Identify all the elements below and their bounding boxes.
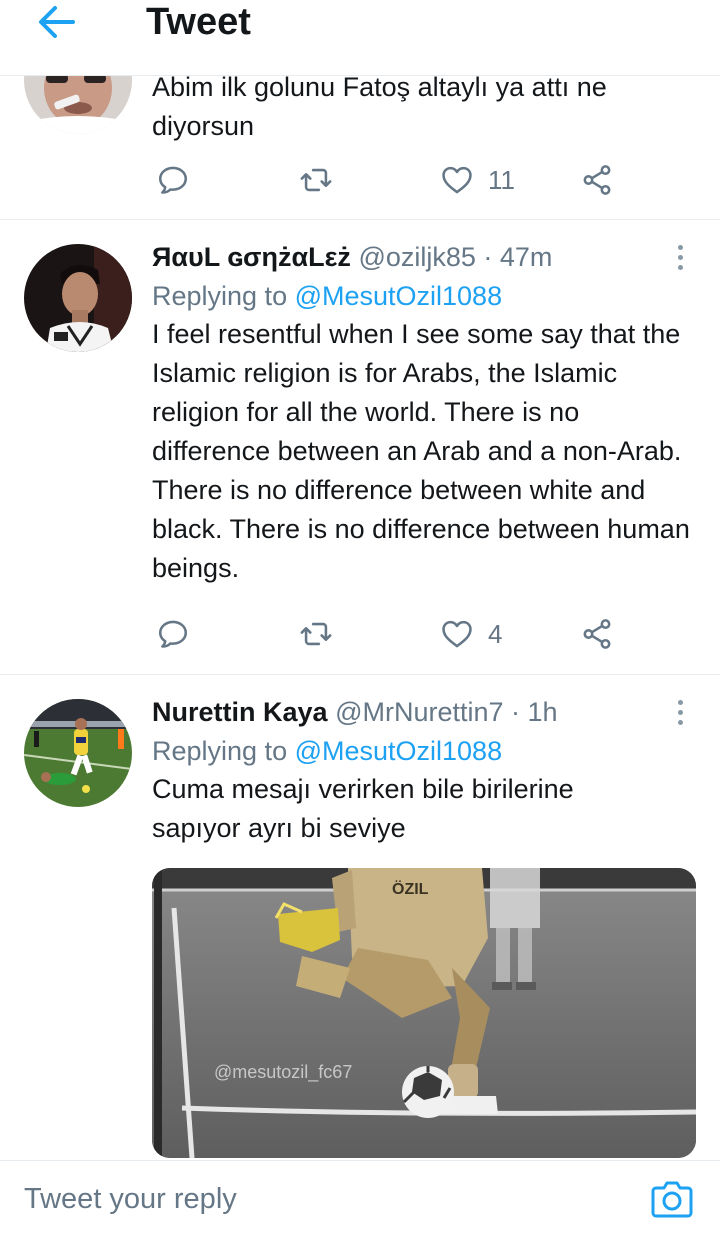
more-options-button[interactable] <box>670 695 690 729</box>
camera-button[interactable] <box>648 1177 696 1221</box>
arrow-left-icon <box>39 6 75 38</box>
page-title: Tweet <box>146 1 251 43</box>
tweet-actions: 4 <box>156 614 656 654</box>
more-options-button[interactable] <box>670 240 690 274</box>
tweet-text: Abim ilk golunu Fatoş altaylı ya attı ne… <box>152 72 607 141</box>
media-watermark: @mesutozil_fc67 <box>214 1062 352 1083</box>
like-button[interactable]: 4 <box>440 614 502 654</box>
tweet-media-image[interactable]: ÖZIL @mesutozil_fc67 <box>152 868 696 1158</box>
tweet-meta: ЯαυL ɢσηżαLεż @oziljk85 · 47m <box>152 240 696 274</box>
avatar[interactable] <box>24 244 132 352</box>
tweet-text: I feel resentful when I see some say tha… <box>152 319 690 583</box>
media-photo: ÖZIL @mesutozil_fc67 <box>152 868 696 1158</box>
reply-bubble-icon <box>158 620 188 648</box>
more-dot <box>677 264 683 270</box>
more-vertical-icon <box>677 699 683 705</box>
tweet-timestamp: · 47m <box>483 242 553 272</box>
reply-input[interactable] <box>24 1177 584 1221</box>
shirt-text: ÖZIL <box>392 879 429 898</box>
retweet-button[interactable] <box>298 160 334 200</box>
mention-link[interactable]: @MesutOzil1088 <box>295 281 503 311</box>
tweet-timestamp: · 1h <box>511 697 558 727</box>
author-handle[interactable]: @oziljk85 <box>358 242 475 272</box>
share-button[interactable] <box>580 614 614 654</box>
tweet-actions: 11 <box>156 160 656 200</box>
avatar[interactable] <box>24 699 132 807</box>
like-count: 4 <box>488 618 503 649</box>
replying-to-label: Replying to <box>152 281 295 311</box>
more-dot <box>677 254 683 260</box>
heart-icon <box>442 620 472 648</box>
replying-to-label: Replying to <box>152 736 295 766</box>
heart-icon <box>442 166 472 194</box>
back-button[interactable] <box>34 2 78 42</box>
author-name[interactable]: ЯαυL ɢσηżαLεż <box>152 242 351 272</box>
like-count: 11 <box>488 164 515 195</box>
tweet-text: Cuma mesajı verirken bile birilerine sap… <box>152 774 574 843</box>
reply-composer <box>0 1160 720 1235</box>
share-icon <box>583 619 611 649</box>
tweet-item[interactable]: ЯαυL ɢσηżαLεż @oziljk85 · 47m Replying t… <box>0 220 720 675</box>
reply-bubble-icon <box>158 166 188 194</box>
retweet-icon <box>300 622 332 646</box>
top-app-bar: Tweet <box>0 0 720 76</box>
author-handle[interactable]: @MrNurettin7 <box>335 697 503 727</box>
share-button[interactable] <box>580 160 614 200</box>
retweet-icon <box>300 168 332 192</box>
share-icon <box>583 165 611 195</box>
replying-to-line: Replying to @MesutOzil1088 <box>152 278 696 314</box>
tweet-item[interactable]: Nurettin Kaya @MrNurettin7 · 1h Replying… <box>0 675 720 1160</box>
more-vertical-icon <box>677 244 683 250</box>
avatar-image <box>24 244 132 352</box>
mention-link[interactable]: @MesutOzil1088 <box>295 736 503 766</box>
like-button[interactable]: 11 <box>440 160 515 200</box>
camera-icon <box>651 1181 693 1218</box>
more-dot <box>677 709 683 715</box>
retweet-button[interactable] <box>298 614 334 654</box>
avatar-image <box>24 699 132 807</box>
tweet-meta: Nurettin Kaya @MrNurettin7 · 1h <box>152 695 696 729</box>
reply-button[interactable] <box>156 160 190 200</box>
replying-to-line: Replying to @MesutOzil1088 <box>152 733 696 769</box>
more-dot <box>677 719 683 725</box>
reply-button[interactable] <box>156 614 190 654</box>
author-name[interactable]: Nurettin Kaya <box>152 697 328 727</box>
